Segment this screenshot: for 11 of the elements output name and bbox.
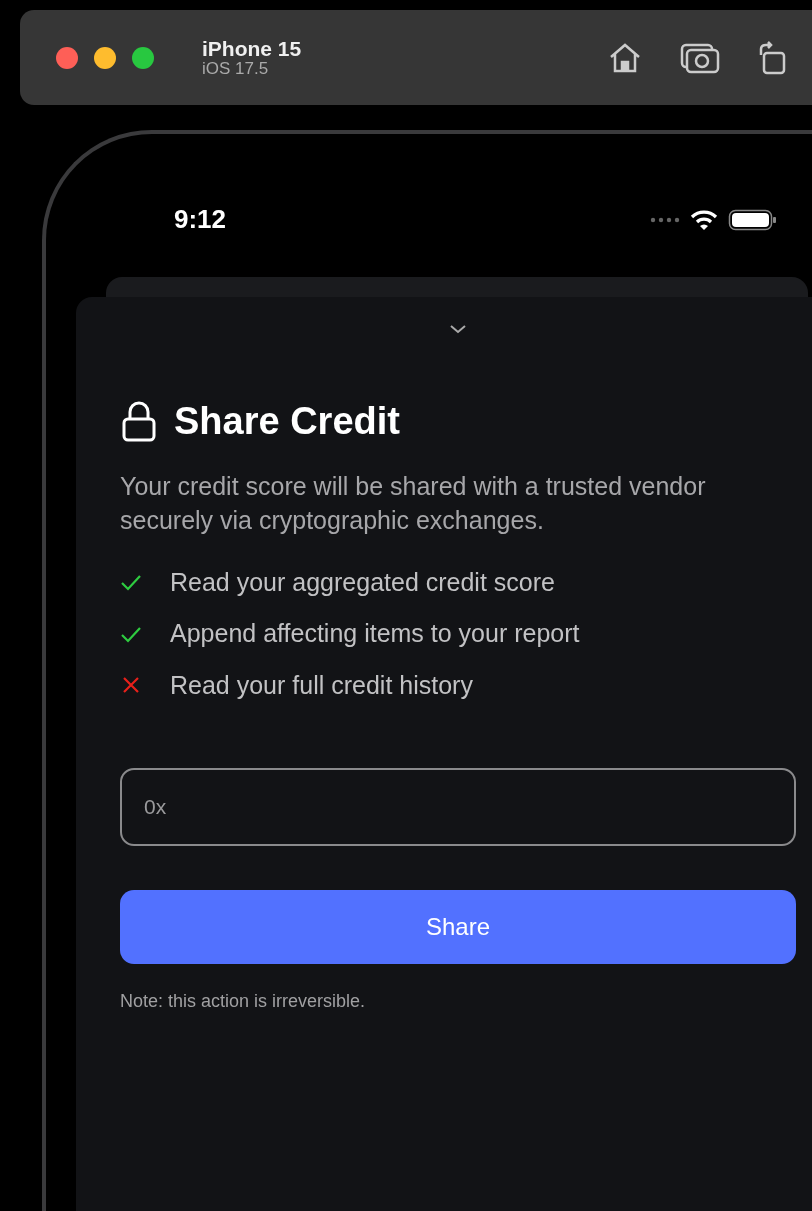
permission-text: Append affecting items to your report [170, 618, 580, 649]
share-button[interactable]: Share [120, 890, 796, 964]
device-name: iPhone 15 [202, 36, 302, 60]
sheet-description: Your credit score will be shared with a trusted vendor securely via cryptographic exchanges. [120, 471, 707, 536]
permission-text: Read your full credit history [170, 669, 473, 701]
sheet-title: Share Credit [174, 399, 400, 444]
permission-text: Read your aggregated credit score [170, 566, 555, 598]
address-input-field[interactable]: 0x [120, 768, 796, 846]
os-version: iOS 17.5 [202, 59, 270, 79]
status-time: 9:12 [174, 203, 227, 236]
note-text: Note: this action is irreversible. [120, 990, 367, 1013]
